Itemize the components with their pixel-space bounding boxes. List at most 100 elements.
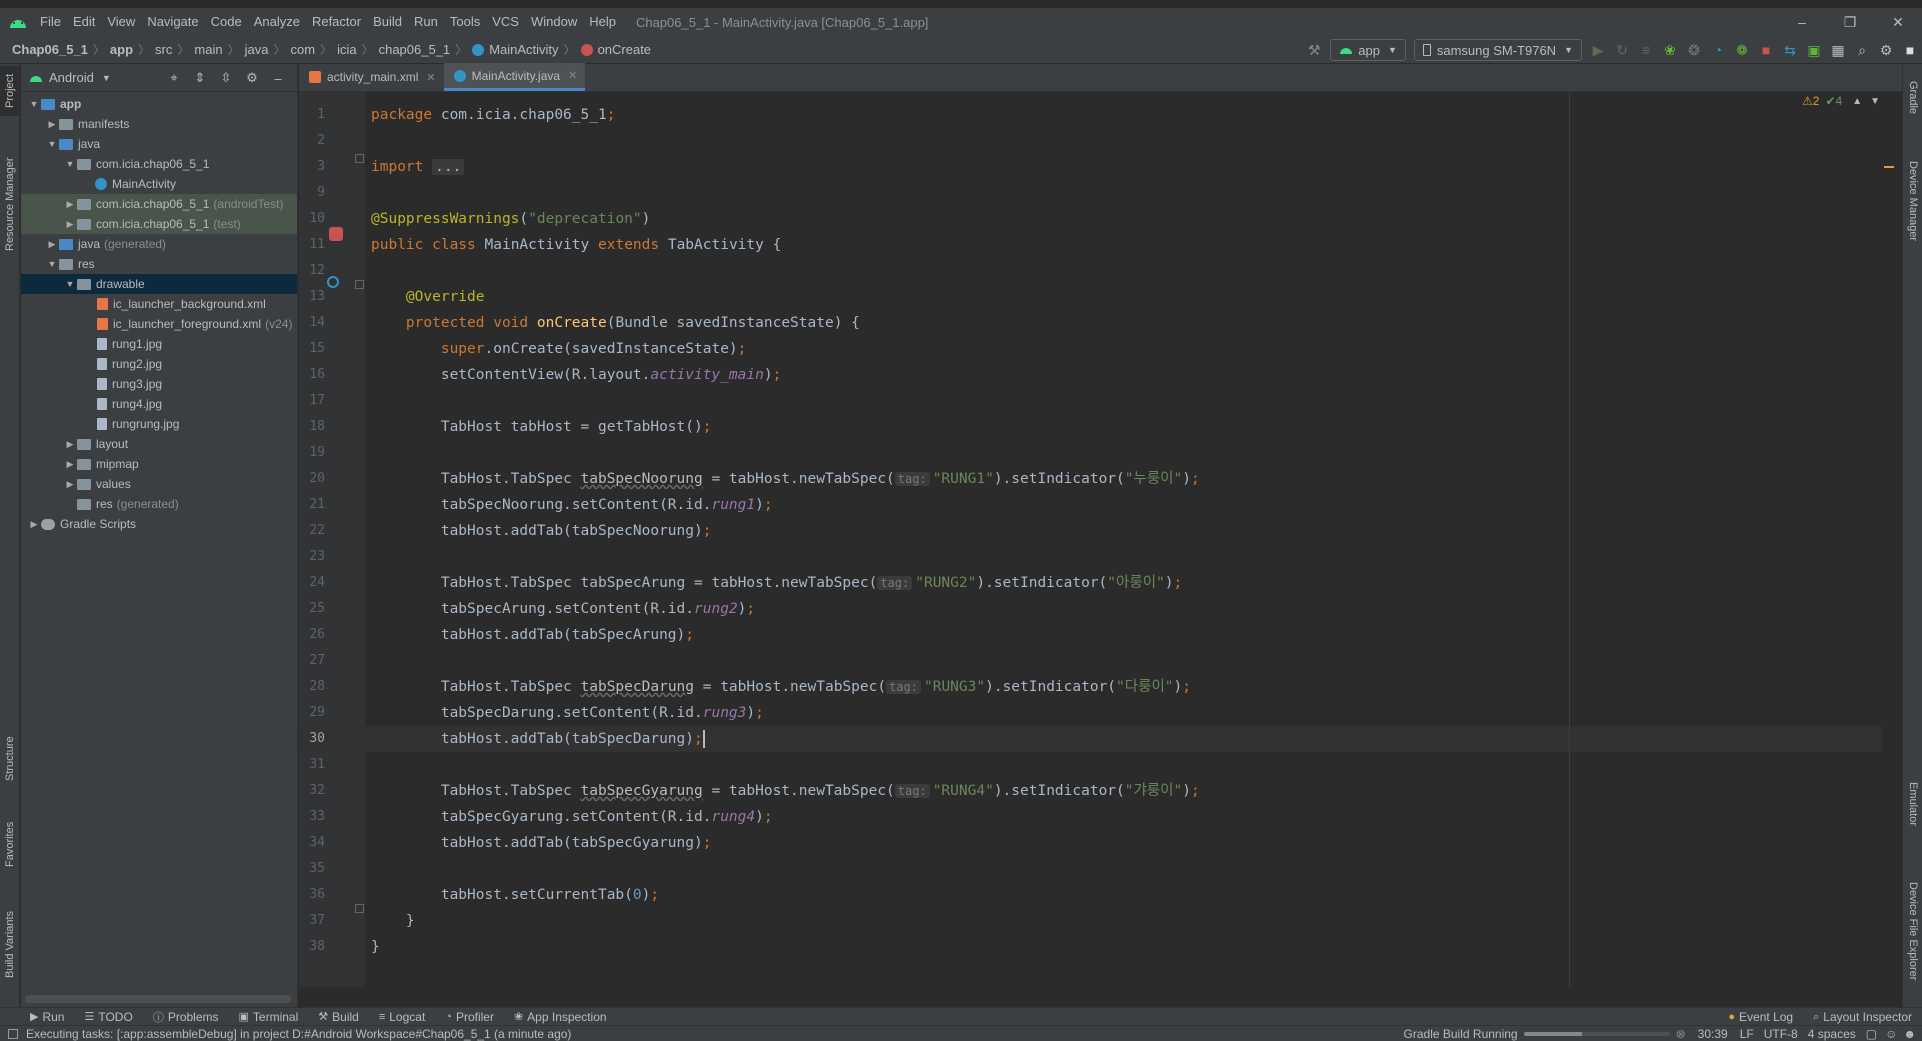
chevron-right-icon[interactable]: ▶ — [63, 434, 77, 454]
file-encoding[interactable]: UTF-8 — [1764, 1027, 1798, 1041]
chevron-right-icon[interactable]: ▶ — [63, 474, 77, 494]
code-line[interactable]: tabSpecGyarung.setContent(R.id.rung4); — [365, 804, 1882, 830]
tree-item[interactable]: rung4.jpg — [21, 394, 297, 414]
fold-icon[interactable] — [355, 280, 364, 289]
code-line[interactable]: @SuppressWarnings("deprecation") — [365, 206, 1882, 232]
menu-window[interactable]: Window — [525, 8, 583, 36]
code-line[interactable]: TabHost.TabSpec tabSpecNoorung = tabHost… — [365, 466, 1882, 492]
smiley-icon[interactable]: ☺ — [1885, 1027, 1897, 1041]
tool-tab-structure[interactable]: Structure — [0, 724, 20, 794]
menu-view[interactable]: View — [101, 8, 141, 36]
code-line[interactable]: } — [365, 908, 1882, 934]
stop-icon[interactable]: ■ — [1754, 38, 1778, 62]
profile-icon[interactable]: ◔ — [1706, 38, 1730, 62]
menu-build[interactable]: Build — [367, 8, 408, 36]
chevron-down-icon[interactable]: ▼ — [45, 134, 59, 154]
code-line[interactable]: TabHost tabHost = getTabHost(); — [365, 414, 1882, 440]
code-line[interactable]: public class MainActivity extends TabAct… — [365, 232, 1882, 258]
tab-main-activity-java[interactable]: MainActivity.java ✕ — [443, 63, 586, 91]
sdk-manager-icon[interactable]: ▦ — [1826, 38, 1850, 62]
breadcrumb-class[interactable]: MainActivity — [470, 42, 560, 57]
tree-item[interactable]: ▶ Gradle Scripts — [21, 514, 297, 534]
hide-icon[interactable]: – — [265, 71, 291, 86]
breadcrumb-module[interactable]: app — [108, 42, 135, 57]
indent-setting[interactable]: 4 spaces — [1808, 1027, 1856, 1041]
project-view-select[interactable]: Android ▼ — [29, 70, 111, 85]
tool-event-log[interactable]: ● Event Log — [1718, 1008, 1803, 1026]
close-icon[interactable]: ✕ — [426, 71, 435, 84]
tool-tab-gradle[interactable]: Gradle — [1903, 68, 1922, 128]
code-line[interactable] — [365, 180, 1882, 206]
code-line[interactable]: tabHost.addTab(tabSpecDarung); — [365, 726, 1882, 752]
chevron-down-icon[interactable]: ▼ — [45, 254, 59, 274]
breadcrumb-project[interactable]: Chap06_5_1 — [10, 42, 90, 57]
avatar-icon[interactable]: ■ — [1898, 38, 1922, 62]
close-icon[interactable]: ✕ — [568, 69, 577, 82]
menu-code[interactable]: Code — [205, 8, 248, 36]
code-line[interactable]: tabHost.addTab(tabSpecArung); — [365, 622, 1882, 648]
editor-vertical-scrollbar[interactable] — [1884, 92, 1894, 987]
code-line[interactable] — [365, 388, 1882, 414]
tree-item[interactable]: ▶ com.icia.chap06_5_1 (test) — [21, 214, 297, 234]
code-line[interactable]: tabHost.setCurrentTab(0); — [365, 882, 1882, 908]
menu-vcs[interactable]: VCS — [486, 8, 525, 36]
tree-item[interactable]: ▶ com.icia.chap06_5_1 (androidTest) — [21, 194, 297, 214]
menu-edit[interactable]: Edit — [67, 8, 101, 36]
code-line[interactable] — [365, 258, 1882, 284]
code-line[interactable]: } — [365, 934, 1882, 960]
tool-logcat[interactable]: ≡ Logcat — [369, 1010, 435, 1024]
debug-icon[interactable]: ❀ — [1658, 38, 1682, 62]
chevron-down-icon[interactable]: ▼ — [63, 154, 77, 174]
code-line[interactable]: TabHost.TabSpec tabSpecDarung = tabHost.… — [365, 674, 1882, 700]
tool-tab-favorites[interactable]: Favorites — [0, 809, 20, 879]
menu-refactor[interactable]: Refactor — [306, 8, 367, 36]
fold-icon[interactable] — [355, 154, 364, 163]
breadcrumb-main[interactable]: main — [192, 42, 224, 57]
code-area[interactable]: package com.icia.chap06_5_1; import ... @S… — [365, 92, 1882, 987]
tree-item[interactable]: ▼ com.icia.chap06_5_1 — [21, 154, 297, 174]
code-line[interactable]: TabHost.TabSpec tabSpecGyarung = tabHost… — [365, 778, 1882, 804]
code-line[interactable]: tabHost.addTab(tabSpecNoorung); — [365, 518, 1882, 544]
breadcrumb-com[interactable]: com — [288, 42, 317, 57]
line-separator[interactable]: LF — [1740, 1027, 1754, 1041]
hammer-icon[interactable]: ⚒ — [1302, 38, 1326, 62]
run-icon[interactable]: ▶ — [1586, 38, 1610, 62]
code-line[interactable] — [365, 544, 1882, 570]
breadcrumb-icia[interactable]: icia — [335, 42, 359, 57]
tree-item[interactable]: rung3.jpg — [21, 374, 297, 394]
tree-item[interactable]: ic_launcher_foreground.xml (v24) — [21, 314, 297, 334]
status-message[interactable]: Executing tasks: [:app:assembleDebug] in… — [26, 1027, 571, 1041]
expand-all-icon[interactable]: ⇕ — [187, 70, 213, 86]
breadcrumb-java[interactable]: java — [243, 42, 271, 57]
tool-build[interactable]: ⚒ Build — [308, 1010, 369, 1024]
code-line[interactable] — [365, 440, 1882, 466]
fold-icon[interactable] — [355, 904, 364, 913]
feedback-icon[interactable]: ☻ — [1903, 1027, 1916, 1041]
tree-item[interactable]: rung2.jpg — [21, 354, 297, 374]
tree-item[interactable]: res (generated) — [21, 494, 297, 514]
chevron-down-icon[interactable]: ▼ — [27, 94, 41, 114]
code-line[interactable]: protected void onCreate(Bundle savedInst… — [365, 310, 1882, 336]
tree-item[interactable]: ▶ mipmap — [21, 454, 297, 474]
chevron-right-icon[interactable]: ▶ — [63, 454, 77, 474]
caret-position[interactable]: 30:39 — [1698, 1027, 1728, 1041]
locate-icon[interactable]: ⌖ — [161, 70, 187, 86]
tree-item[interactable]: ▼ java — [21, 134, 297, 154]
tree-item[interactable]: MainActivity — [21, 174, 297, 194]
tree-item[interactable]: ▶ layout — [21, 434, 297, 454]
tool-profiler[interactable]: ◔ Profiler — [435, 1010, 504, 1024]
menu-navigate[interactable]: Navigate — [141, 8, 204, 36]
device-select[interactable]: samsung SM-T976N ▼ — [1413, 39, 1582, 61]
tool-todo[interactable]: ☰ TODO — [74, 1010, 142, 1024]
code-line[interactable]: setContentView(R.layout.activity_main); — [365, 362, 1882, 388]
menu-run[interactable]: Run — [408, 8, 444, 36]
menu-tools[interactable]: Tools — [444, 8, 486, 36]
minimize-icon[interactable]: – — [1778, 8, 1826, 36]
breadcrumb-src[interactable]: src — [153, 42, 174, 57]
tool-terminal[interactable]: ▣ Terminal — [229, 1010, 309, 1024]
tree-item[interactable]: ▼ res — [21, 254, 297, 274]
code-line[interactable] — [365, 752, 1882, 778]
code-line[interactable]: tabSpecArung.setContent(R.id.rung2); — [365, 596, 1882, 622]
tool-tab-emulator[interactable]: Emulator — [1903, 769, 1922, 839]
tree-item[interactable]: ▼ app — [21, 94, 297, 114]
